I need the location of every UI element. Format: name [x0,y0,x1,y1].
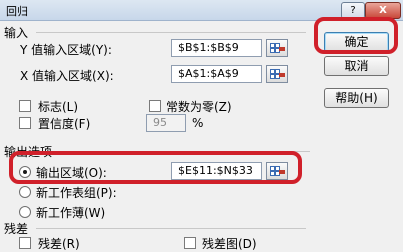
collapse-arrow-icon [279,73,285,77]
collapse-arrow-icon [279,47,285,51]
input-section-label: 输入 [4,26,29,40]
constant-zero-checkbox[interactable] [149,100,161,112]
ok-highlight-box [314,17,398,54]
input-group-divider [36,32,306,33]
confidence-label: 置信度(F) [38,117,91,131]
y-range-label: Y 值输入区域(Y): [20,43,112,57]
residuals-label: 残差(R) [38,237,80,251]
residuals-section-label: 残差 [4,222,29,236]
x-range-label: X 值输入区域(X): [20,69,114,83]
residual-plot-checkbox[interactable] [184,237,196,249]
window-title: 回归 [6,5,28,18]
labels-checkbox[interactable] [19,100,31,112]
output-range-highlight-box [9,151,302,184]
residuals-checkbox[interactable] [19,237,31,249]
y-range-input[interactable]: $B$1:$B$9 [171,39,262,57]
cancel-button[interactable]: 取消 [324,56,389,76]
confidence-checkbox[interactable] [19,117,31,129]
x-range-ref-button[interactable] [266,65,288,83]
labels-label: 标志(L) [38,100,79,114]
residuals-group-divider [36,228,306,229]
new-sheet-radio[interactable] [19,186,31,198]
constant-zero-label: 常数为零(Z) [166,100,232,114]
y-range-ref-button[interactable] [266,39,288,57]
new-workbook-label: 新工作薄(W) [36,206,106,220]
new-sheet-label: 新工作表组(P): [36,186,117,200]
dialog-body: 输入 Y 值输入区域(Y): $B$1:$B$9 X 值输入区域(X): $A$… [0,17,403,251]
new-workbook-radio[interactable] [19,206,31,218]
help-button[interactable]: 帮助(H) [324,88,389,108]
confidence-input[interactable]: 95 [146,114,186,132]
percent-sign: % [192,116,204,130]
x-range-input[interactable]: $A$1:$A$9 [171,65,262,83]
residual-plot-label: 残差图(D) [202,237,257,251]
